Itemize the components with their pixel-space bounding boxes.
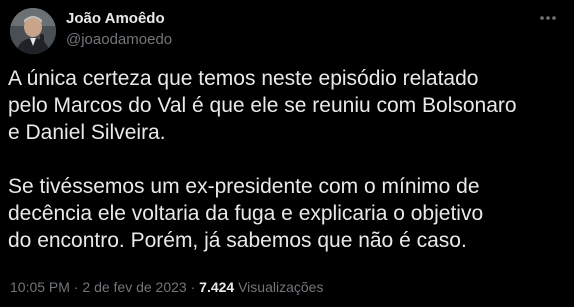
- views-count: 7.424: [199, 279, 235, 295]
- tweet-paragraph-2: Se tivéssemos um ex-presidente com o mín…: [8, 175, 484, 252]
- tweet-paragraph-1: A única certeza que temos neste episódio…: [8, 67, 517, 144]
- views-label: Visualizações: [238, 279, 324, 295]
- tweet-time[interactable]: 10:05 PM: [10, 279, 70, 295]
- meta-separator: ·: [69, 279, 83, 295]
- tweet-text: A única certeza que temos neste episódio…: [8, 65, 570, 254]
- meta-separator: ·: [186, 279, 200, 295]
- tweet-date[interactable]: 2 de fev de 2023: [82, 279, 186, 295]
- avatar-photo: [10, 8, 56, 54]
- author-info[interactable]: João Amoêdo @joaodamoedo: [66, 9, 172, 50]
- author-avatar[interactable]: [10, 8, 56, 54]
- author-display-name[interactable]: João Amoêdo: [66, 9, 172, 29]
- more-options-icon[interactable]: [534, 8, 562, 28]
- tweet-meta: 10:05 PM · 2 de fev de 2023 · 7.424 Visu…: [10, 277, 323, 297]
- author-handle[interactable]: @joaodamoedo: [66, 30, 172, 50]
